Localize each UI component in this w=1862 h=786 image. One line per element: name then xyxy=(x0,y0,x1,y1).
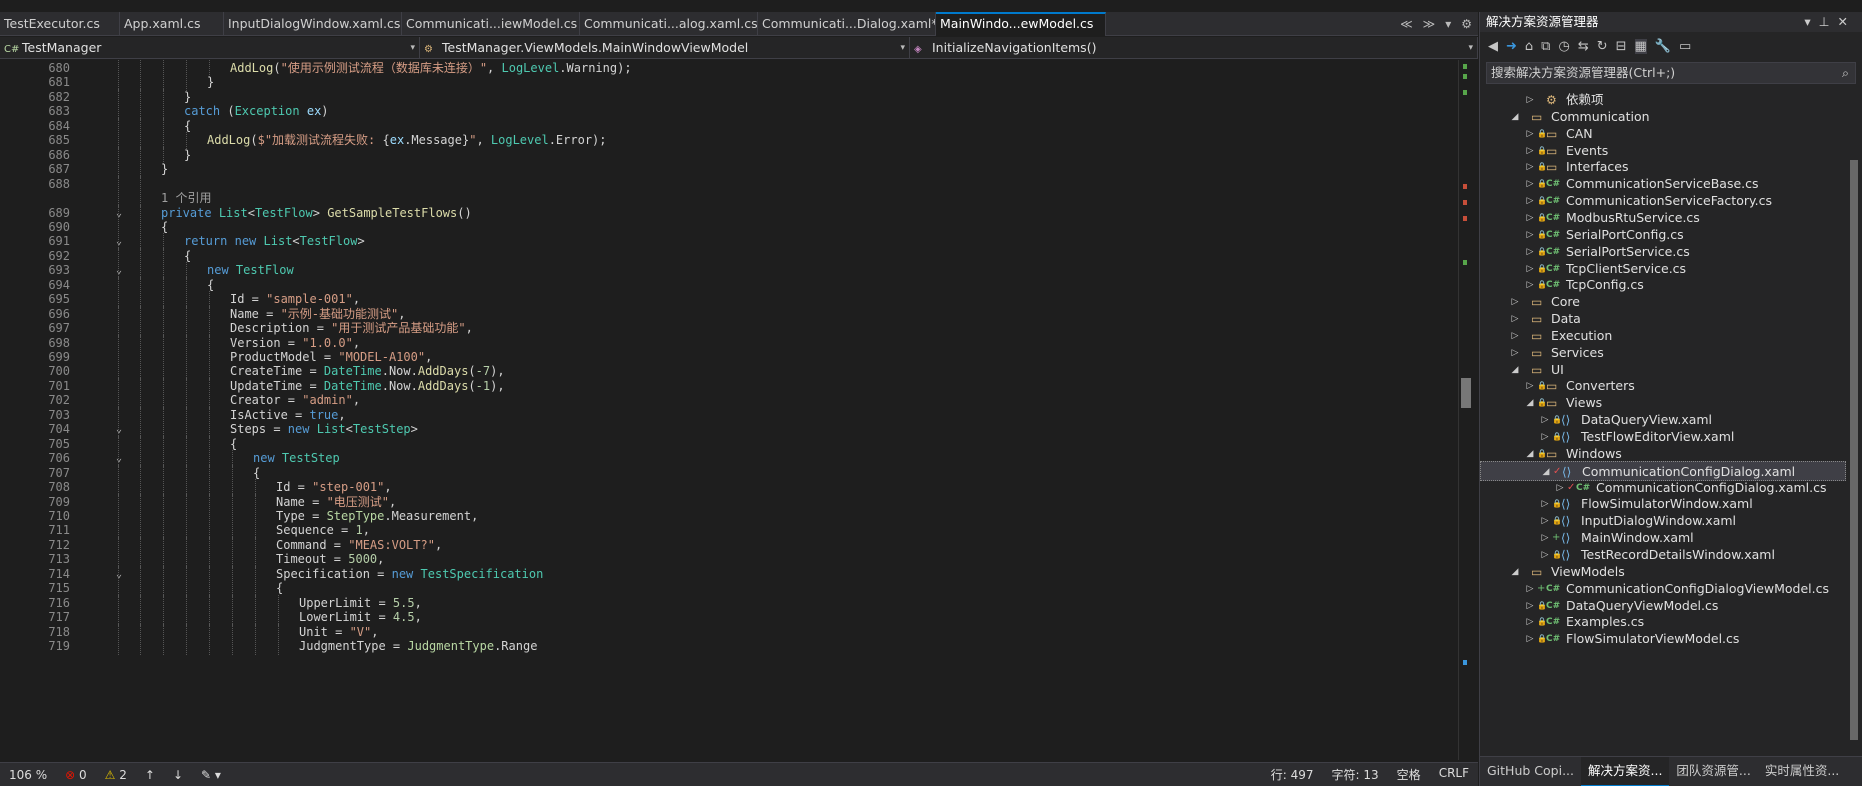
chevron-down-icon: ▾ xyxy=(410,43,415,53)
chevron-down-icon: ▾ xyxy=(1468,43,1473,53)
error-icon: ⊗ xyxy=(65,767,76,782)
editor-scrollbar[interactable] xyxy=(1458,60,1478,760)
zoom-level[interactable]: 106 % xyxy=(0,768,56,782)
chevron-down-icon: ▾ xyxy=(900,43,905,53)
home-icon[interactable]: ⌂ xyxy=(1525,39,1533,54)
panel-tab-bar: GitHub Copi... 解决方案资... 团队资源管... 实时属性资... xyxy=(1480,756,1862,786)
tab-6[interactable]: MainWindo...ewModel.cs✕ xyxy=(936,12,1106,36)
nav-forward-icon[interactable]: ↓ xyxy=(164,768,192,782)
preview-icon[interactable]: ▭ xyxy=(1679,39,1691,54)
error-mark xyxy=(1463,184,1467,189)
panel-tab-2[interactable]: 团队资源管... xyxy=(1669,757,1757,786)
tab-4[interactable]: Communicati...alog.xaml.cs xyxy=(580,12,758,36)
indent-guide xyxy=(140,638,141,655)
panel-actions[interactable]: ▾⊥✕ xyxy=(1804,12,1856,32)
tree-scrollbar[interactable] xyxy=(1846,90,1862,756)
project-selector[interactable]: C# TestManager ▾ xyxy=(0,37,420,59)
solution-search-input[interactable]: 搜索解决方案资源管理器(Ctrl+;) ⌕ xyxy=(1486,62,1856,84)
scroll-thumb[interactable] xyxy=(1461,378,1471,408)
settings-icon[interactable]: ⚙ xyxy=(1461,17,1472,31)
panel-tab-1[interactable]: 解决方案资... xyxy=(1581,757,1670,786)
ide-window: TestExecutor.cs App.xaml.cs InputDialogWin… xyxy=(0,0,1862,786)
tab-1[interactable]: App.xaml.cs xyxy=(120,12,224,36)
panel-tab-0[interactable]: GitHub Copi... xyxy=(1480,757,1581,786)
brush-icon[interactable]: ✎ ▾ xyxy=(192,768,230,782)
pending-changes-icon[interactable]: ◷ xyxy=(1558,39,1569,54)
change-mark xyxy=(1463,660,1467,665)
eol-indicator[interactable]: CRLF xyxy=(1430,766,1478,783)
back-icon[interactable]: ◀ xyxy=(1488,39,1498,54)
type-selector[interactable]: ⚙ TestManager.ViewModels.MainWindowViewMo… xyxy=(420,37,910,59)
panel-title: 解决方案资源管理器 ▾⊥✕ xyxy=(1480,12,1862,32)
code-text: JudgmentType = JudgmentType.Range xyxy=(299,639,538,653)
indent-guide xyxy=(118,638,119,655)
tab-actions: ≪ ≫ ▾ ⚙ xyxy=(1400,12,1472,36)
tab-0[interactable]: TestExecutor.cs xyxy=(0,12,120,36)
nav-back-icon[interactable]: ↑ xyxy=(136,768,164,782)
csharp-file-icon: C# xyxy=(1546,634,1561,645)
forward-icon[interactable]: ➜ xyxy=(1506,39,1517,54)
scroll-thumb[interactable] xyxy=(1850,160,1858,740)
method-icon: ◈ xyxy=(914,44,922,55)
change-mark xyxy=(1463,64,1467,69)
tree-item[interactable]: ▷ 🔒 C# FlowSimulatorViewModel.cs xyxy=(1480,629,1846,649)
warning-count[interactable]: ⚠ 2 xyxy=(96,768,136,782)
panel-tab-3[interactable]: 实时属性资... xyxy=(1758,757,1846,786)
scroll-tabs-right-icon[interactable]: ≫ xyxy=(1423,17,1436,31)
collapse-all-icon[interactable]: ⊟ xyxy=(1616,39,1627,54)
solution-explorer: 解决方案资源管理器 ▾⊥✕ ◀ ➜ ⌂ ⧉ ◷ ⇆ ↻ ⊟ ▦ 🔧 ▭ 搜索解决方… xyxy=(1479,12,1862,786)
status-bar: 106 % ⊗ 0 ⚠ 2 ↑ ↓ ✎ ▾ 行: 497 字符: 13 空格 C… xyxy=(0,762,1478,786)
tab-2[interactable]: InputDialogWindow.xaml.cs xyxy=(224,12,402,36)
error-mark xyxy=(1463,216,1467,221)
whitespace-indicator[interactable]: 空格 xyxy=(1388,766,1430,783)
indent-guide xyxy=(209,638,210,655)
tab-3[interactable]: Communicati...iewModel.cs xyxy=(402,12,580,36)
code-editor[interactable]: 680 AddLog("使用示例测试流程（数据库未连接）", LogLevel.W… xyxy=(0,60,1460,760)
refresh-icon[interactable]: ↻ xyxy=(1597,39,1608,54)
change-mark xyxy=(1463,90,1467,95)
change-mark xyxy=(1463,74,1467,79)
line-indicator[interactable]: 行: 497 xyxy=(1262,766,1323,783)
indent-guide xyxy=(255,638,256,655)
search-icon: ⌕ xyxy=(1841,65,1849,80)
line-number: 719 xyxy=(48,639,70,653)
indent-guide xyxy=(232,638,233,655)
panel-toolbar: ◀ ➜ ⌂ ⧉ ◷ ⇆ ↻ ⊟ ▦ 🔧 ▭ xyxy=(1480,32,1862,60)
code-line: 719 JudgmentType = JudgmentType.Range xyxy=(0,638,1450,655)
class-icon: ⚙ xyxy=(424,44,433,55)
error-mark xyxy=(1463,200,1467,205)
scroll-tabs-left-icon[interactable]: ≪ xyxy=(1400,17,1413,31)
switch-view-icon[interactable]: ⧉ xyxy=(1541,39,1550,54)
member-selector[interactable]: ◈ InitializeNavigationItems() ▾ xyxy=(910,37,1478,59)
properties-icon[interactable]: 🔧 xyxy=(1655,39,1671,54)
document-tab-bar: TestExecutor.cs App.xaml.cs InputDialogWin… xyxy=(0,12,1478,36)
navigation-bar: C# TestManager ▾ ⚙ TestManager.ViewModels.M… xyxy=(0,37,1478,59)
csharp-project-icon: C# xyxy=(4,44,20,55)
warning-icon: ⚠ xyxy=(104,767,116,782)
sync-icon[interactable]: ⇆ xyxy=(1578,39,1589,54)
error-count[interactable]: ⊗ 0 xyxy=(56,768,96,782)
collapsed-arrow-icon[interactable]: ▷ xyxy=(1524,629,1536,649)
show-all-files-icon[interactable]: ▦ xyxy=(1634,38,1647,54)
solution-tree: ▷ ⚙ 依赖项 ◢ ▭ Communication ▷ 🔒 ▭ CAN ▷ 🔒 ▭ Events ▷ 🔒 ▭ In… xyxy=(1480,90,1846,756)
char-indicator[interactable]: 字符: 13 xyxy=(1323,766,1388,783)
indent-guide xyxy=(278,638,279,655)
tab-5[interactable]: Communicati...Dialog.xaml* xyxy=(758,12,936,36)
tree-item-label: FlowSimulatorViewModel.cs xyxy=(1566,631,1740,647)
indent-guide xyxy=(186,638,187,655)
tab-list-icon[interactable]: ▾ xyxy=(1445,17,1451,31)
editor-area: TestExecutor.cs App.xaml.cs InputDialogWin… xyxy=(0,0,1478,786)
indent-guide xyxy=(163,638,164,655)
change-mark xyxy=(1463,260,1467,265)
